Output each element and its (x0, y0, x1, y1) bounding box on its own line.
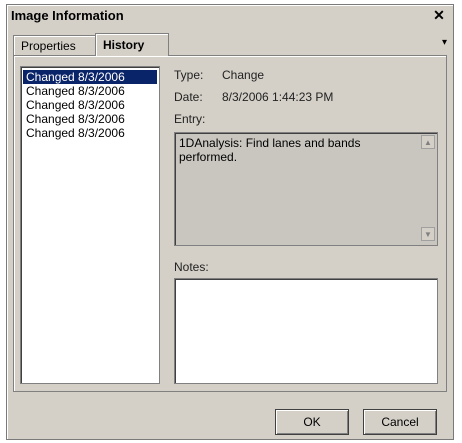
date-label: Date: (174, 90, 203, 104)
tab-properties[interactable]: Properties (13, 35, 101, 56)
entry-textbox[interactable]: 1DAnalysis: Find lanes and bands perform… (174, 132, 438, 246)
close-icon[interactable]: ✕ (431, 7, 447, 23)
history-list[interactable]: Changed 8/3/2006 Changed 8/3/2006 Change… (20, 66, 160, 384)
scroll-down-icon[interactable]: ▼ (421, 227, 435, 241)
type-label: Type: (174, 68, 204, 82)
title-bar: Image Information ✕ (7, 5, 453, 27)
scroll-up-icon[interactable]: ▲ (421, 135, 435, 149)
tab-menu-chevron-icon[interactable]: ▾ (442, 37, 447, 48)
date-value: 8/3/2006 1:44:23 PM (222, 90, 334, 104)
ok-button[interactable]: OK (275, 409, 349, 435)
dialog-title: Image Information (11, 8, 124, 23)
image-information-dialog: Image Information ✕ Properties History ▾… (6, 4, 454, 440)
entry-scrollbar[interactable]: ▲ ▼ (421, 135, 435, 241)
notes-textbox[interactable] (174, 278, 438, 384)
entry-label: Entry: (174, 112, 206, 126)
notes-label: Notes: (174, 260, 209, 274)
list-item[interactable]: Changed 8/3/2006 (23, 112, 157, 126)
list-item[interactable]: Changed 8/3/2006 (23, 98, 157, 112)
type-value: Change (222, 68, 265, 82)
list-item[interactable]: Changed 8/3/2006 (23, 84, 157, 98)
cancel-button[interactable]: Cancel (363, 409, 437, 435)
history-panel: Changed 8/3/2006 Changed 8/3/2006 Change… (13, 55, 447, 392)
tab-history[interactable]: History (95, 33, 169, 56)
list-item[interactable]: Changed 8/3/2006 (23, 126, 157, 140)
entry-text: 1DAnalysis: Find lanes and bands perform… (179, 136, 361, 164)
list-item[interactable]: Changed 8/3/2006 (23, 70, 157, 84)
